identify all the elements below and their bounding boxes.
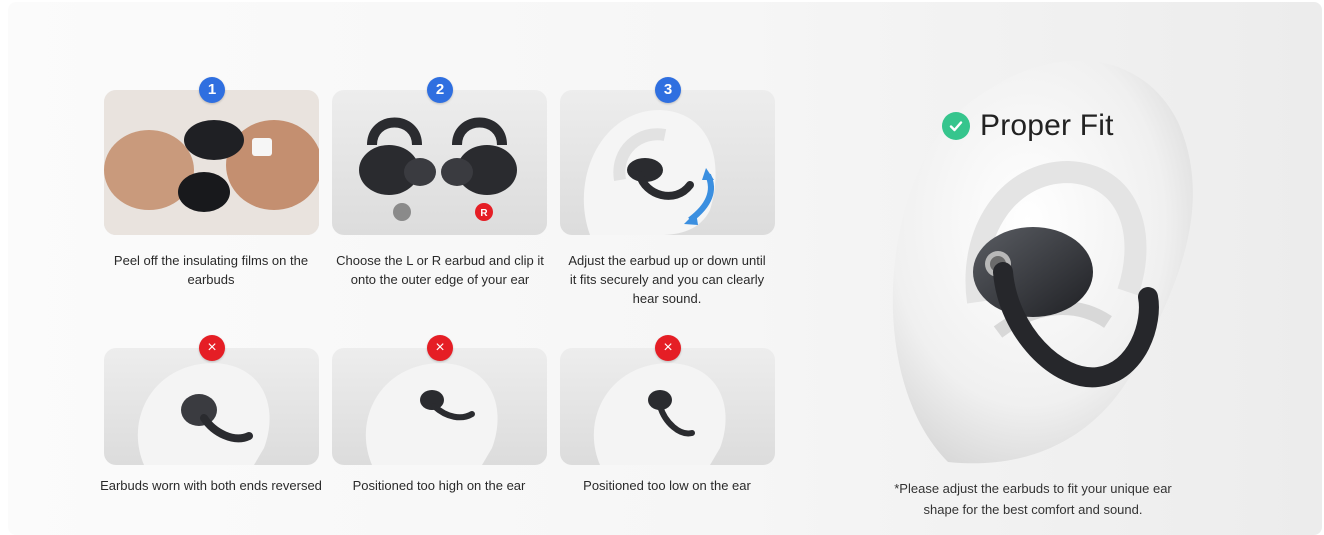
step-3-caption: Adjust the earbud up or down until it fi…	[568, 253, 766, 306]
step-3-image	[560, 90, 775, 235]
proper-fit-heading: Proper Fit	[942, 106, 1114, 146]
mistake-2-image	[332, 348, 547, 465]
step-2-caption: Choose the L or R earbud and clip it ont…	[336, 253, 544, 287]
step-1-caption: Peel off the insulating films on the ear…	[113, 253, 309, 287]
mistake-2-caption: Positioned too high on the ear	[352, 478, 526, 493]
mistake-3-caption: Positioned too low on the ear	[583, 478, 751, 493]
mistake-1-caption: Earbuds worn with both ends reversed	[100, 478, 322, 493]
step-2-badge: 2	[427, 77, 453, 103]
mistake-2-badge: ×	[427, 335, 453, 361]
mistake-3-badge: ×	[655, 335, 681, 361]
instruction-panel: R 1 2 3 Peel off the insulating films on…	[8, 2, 1322, 535]
proper-fit-title: Proper Fit	[980, 109, 1114, 142]
mistake-3-image	[560, 348, 775, 465]
step-1-badge: 1	[199, 77, 225, 103]
step-3-badge: 3	[655, 77, 681, 103]
fit-note: *Please adjust the earbuds to fit your u…	[894, 481, 1172, 517]
proper-fit-ear-image	[892, 60, 1193, 464]
mistake-1-image	[104, 348, 319, 465]
mistake-1-badge: ×	[199, 335, 225, 361]
check-circle-icon	[942, 112, 970, 140]
step-1-image	[104, 90, 319, 235]
step-2-image: R	[332, 90, 547, 235]
right-earbud-label: R	[480, 208, 488, 219]
